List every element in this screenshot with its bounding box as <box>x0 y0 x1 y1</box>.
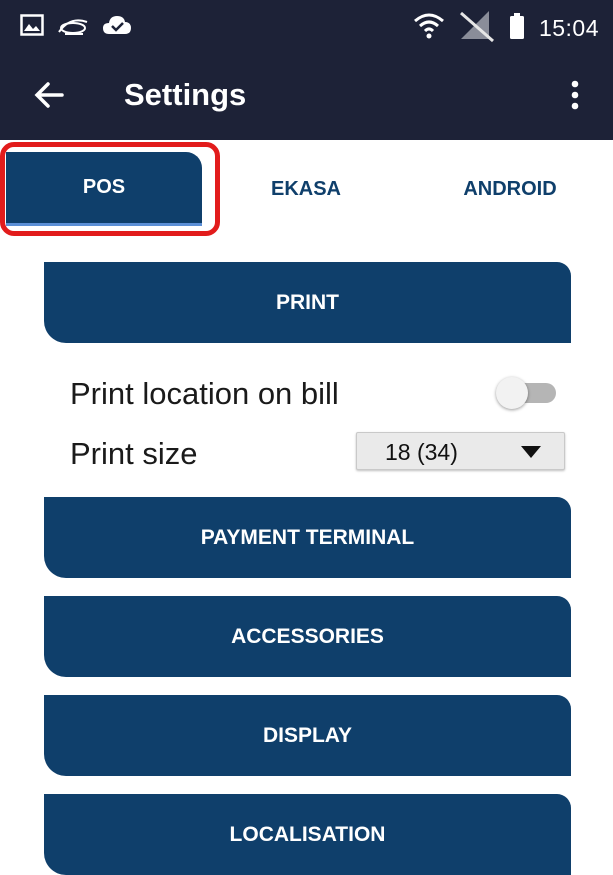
print-size-select[interactable]: 18 (34) <box>356 432 565 470</box>
accessories-section-button[interactable]: ACCESSORIES <box>44 596 571 677</box>
signal-off-icon <box>459 9 495 48</box>
overflow-menu-button[interactable] <box>555 72 595 118</box>
cloud-check-icon <box>102 14 132 41</box>
print-location-label: Print location on bill <box>70 376 339 411</box>
display-section-button[interactable]: DISPLAY <box>44 695 571 776</box>
tab-bar: POS EKASA ANDROID <box>0 140 613 232</box>
arrow-left-icon <box>34 82 64 108</box>
status-bar: 15:04 <box>0 0 613 52</box>
dropdown-arrow-icon <box>521 446 541 458</box>
tab-pos[interactable]: POS <box>6 152 202 226</box>
image-icon <box>20 14 44 41</box>
app-bar: Settings <box>0 52 613 140</box>
clock: 15:04 <box>538 15 599 41</box>
back-button[interactable] <box>26 72 72 118</box>
print-section-button[interactable]: PRINT <box>44 262 571 343</box>
print-size-value: 18 (34) <box>385 439 458 465</box>
more-vert-icon <box>571 80 579 110</box>
tab-ekasa[interactable]: EKASA <box>206 152 406 226</box>
battery-icon <box>509 12 525 45</box>
page-title: Settings <box>124 77 247 112</box>
print-location-toggle[interactable] <box>496 377 558 409</box>
satellite-icon <box>56 12 90 43</box>
wifi-icon <box>413 12 445 45</box>
top-bar: 15:04 Settings <box>0 0 613 140</box>
tab-android[interactable]: ANDROID <box>410 152 610 226</box>
status-left-icons <box>20 12 132 43</box>
status-right-icons: 15:04 <box>413 9 599 48</box>
toggle-thumb <box>496 377 528 409</box>
print-size-label: Print size <box>70 436 198 471</box>
payment-terminal-section-button[interactable]: PAYMENT TERMINAL <box>44 497 571 578</box>
localisation-section-button[interactable]: LOCALISATION <box>44 794 571 875</box>
